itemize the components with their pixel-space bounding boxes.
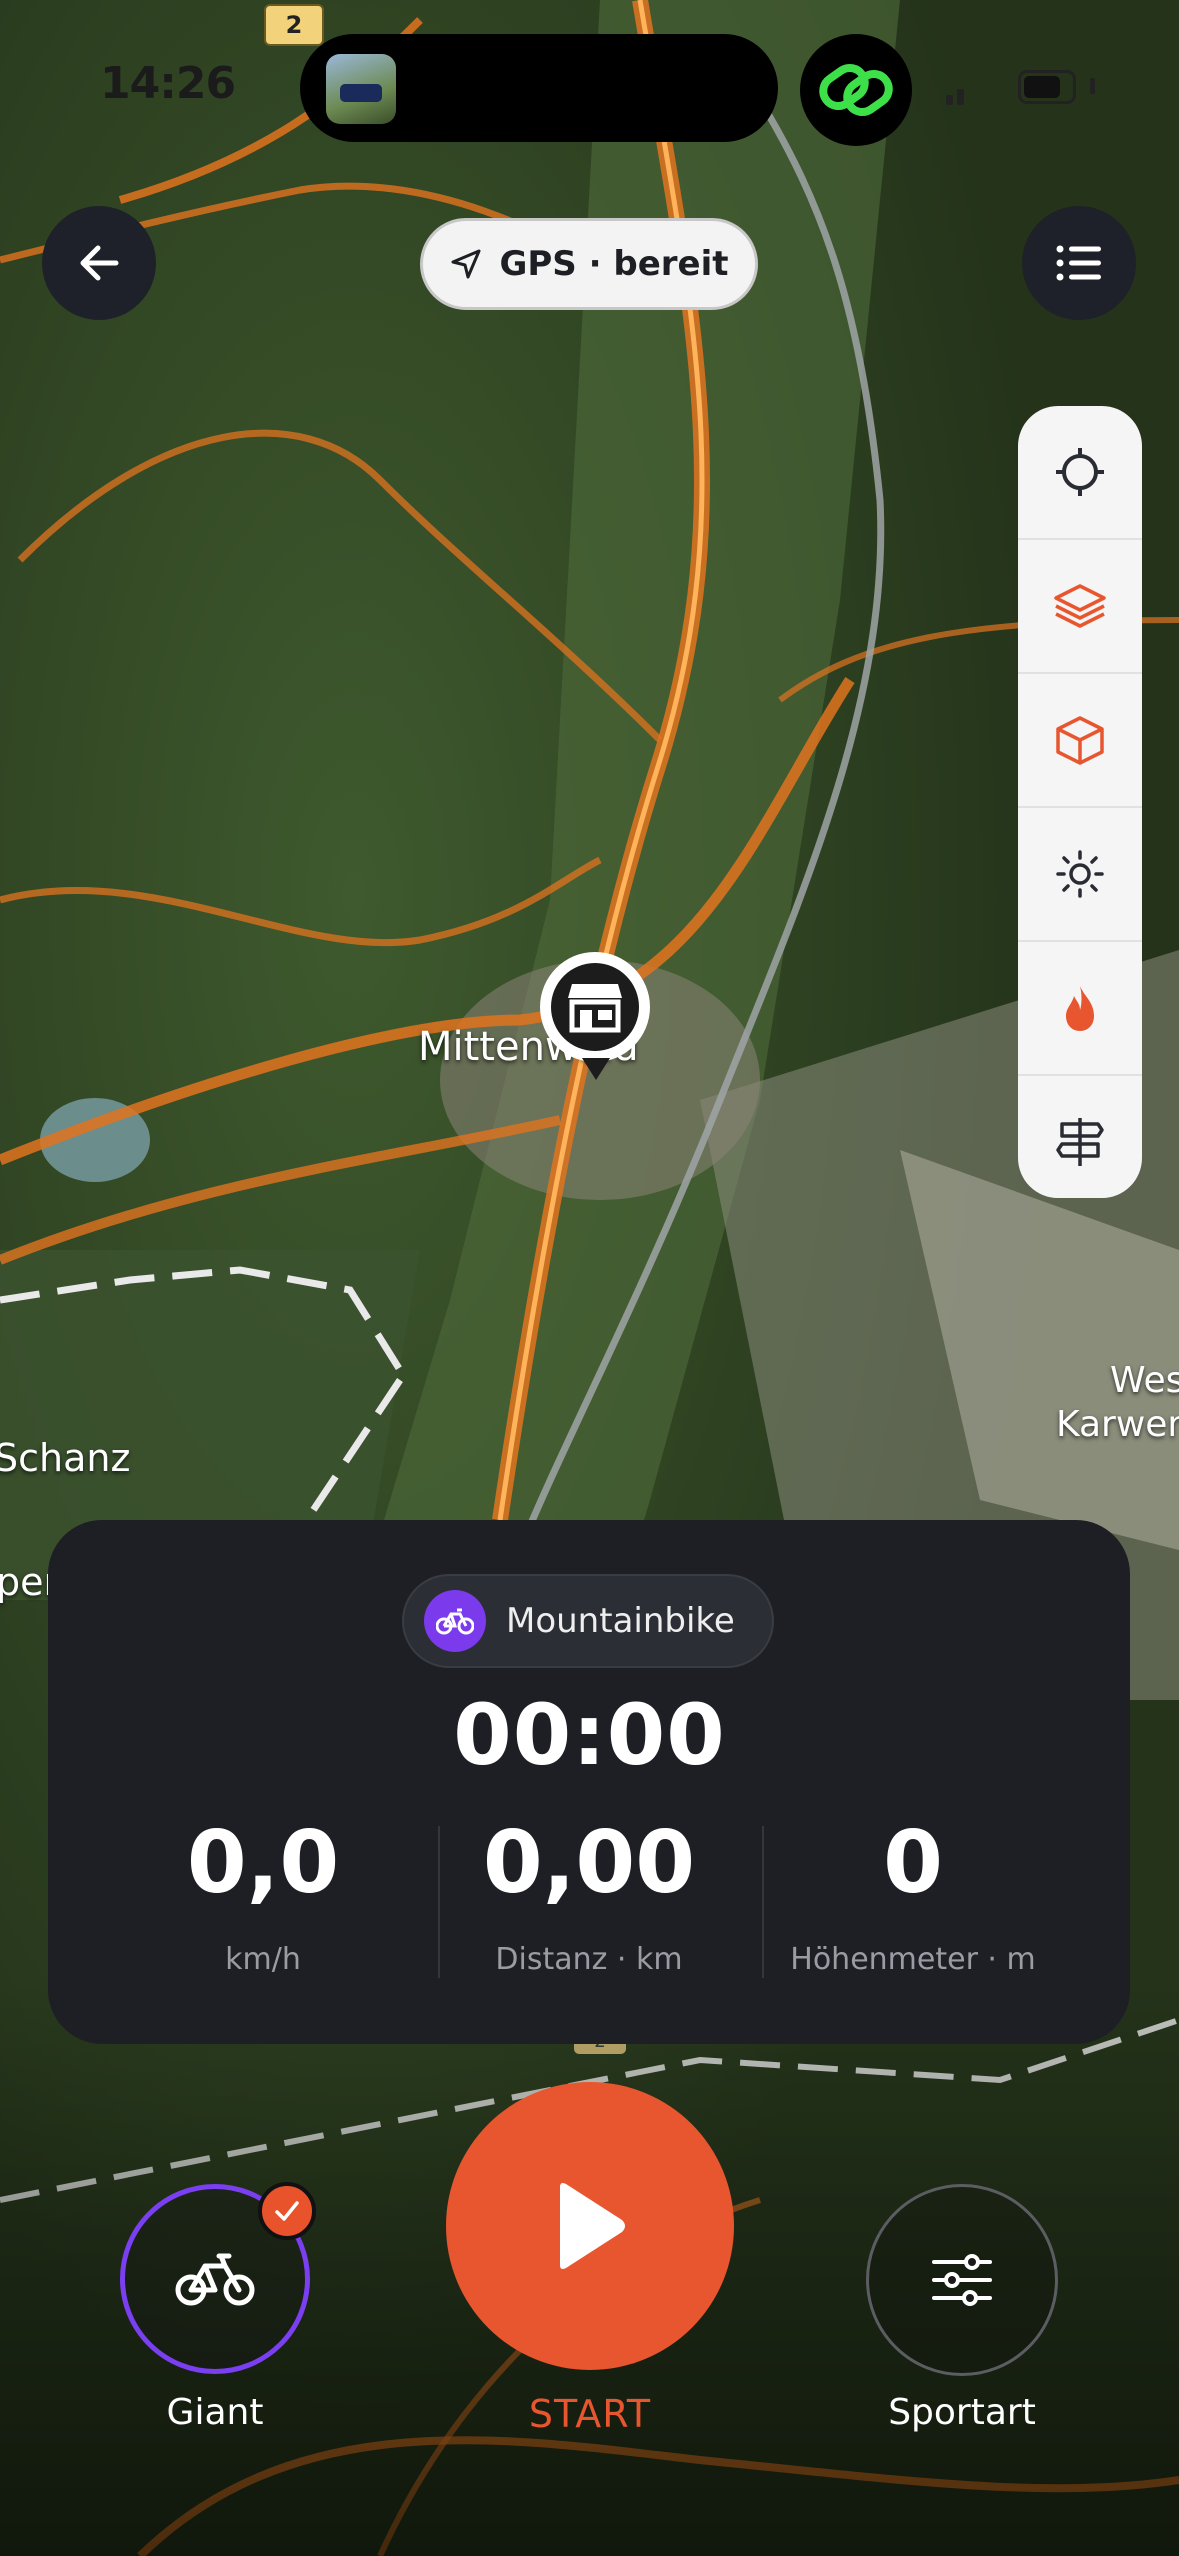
layers-icon xyxy=(1054,584,1106,628)
live-activity-thumbnail xyxy=(326,54,396,124)
sport-type-label: Mountainbike xyxy=(506,1601,735,1641)
play-icon xyxy=(560,2183,625,2269)
stat-elevation: 0 Höhenmeter · m xyxy=(750,1820,1076,1977)
stat-distance-value: 0,00 xyxy=(482,1813,696,1913)
arrow-left-icon xyxy=(80,245,119,281)
stat-elevation-value: 0 xyxy=(883,1813,943,1913)
stat-speed-unit: km/h xyxy=(225,1942,301,1977)
map-toolbar xyxy=(1018,406,1142,1198)
list-icon xyxy=(1056,245,1101,281)
gps-status-pill[interactable]: GPS · bereit xyxy=(420,218,758,310)
map-pin-tip xyxy=(582,1058,610,1080)
stat-distance-unit: Distanz · km xyxy=(495,1942,683,1977)
signpost-button[interactable] xyxy=(1018,1076,1142,1198)
bicycle-icon xyxy=(175,2253,255,2306)
stat-speed-value: 0,0 xyxy=(186,1813,340,1913)
chain-link-icon[interactable] xyxy=(800,34,912,146)
road-badge-top: 2 xyxy=(264,4,324,46)
signpost-icon xyxy=(1056,1118,1104,1166)
shop-map-pin[interactable] xyxy=(540,952,650,1062)
checkmark-icon xyxy=(258,2182,316,2240)
status-time: 14:26 xyxy=(100,58,236,109)
battery-icon xyxy=(1018,70,1076,104)
brightness-icon xyxy=(1056,850,1104,898)
heatmap-button[interactable] xyxy=(1018,942,1142,1076)
sport-type-settings-label: Sportart xyxy=(888,2392,1036,2433)
bike-name-label: Giant xyxy=(166,2392,264,2433)
navigation-arrow-icon xyxy=(451,249,481,279)
stat-elevation-unit: Höhenmeter · m xyxy=(790,1942,1036,1977)
heatmap-flame-icon xyxy=(1066,986,1094,1031)
map-label-right1: Wes xyxy=(1110,1360,1179,1401)
stat-speed: 0,0 km/h xyxy=(100,1820,426,1977)
activity-timer: 00:00 xyxy=(453,1686,726,1784)
sport-settings-button[interactable] xyxy=(866,2184,1058,2376)
locate-icon xyxy=(1056,448,1104,496)
map-label-right2: Karwen xyxy=(1056,1404,1179,1445)
stat-distance: 0,00 Distanz · km xyxy=(426,1820,752,1977)
3d-view-button[interactable] xyxy=(1018,674,1142,808)
sliders-icon xyxy=(932,2254,992,2306)
gps-status-text: GPS · bereit xyxy=(499,244,729,284)
start-button[interactable] xyxy=(446,2082,734,2370)
3d-cube-icon xyxy=(1056,716,1104,765)
bike-icon xyxy=(424,1590,486,1652)
shop-icon xyxy=(568,984,622,1033)
back-button[interactable] xyxy=(42,206,156,320)
layers-button[interactable] xyxy=(1018,540,1142,674)
route-list-button[interactable] xyxy=(1022,206,1136,320)
map-label-left: Schanz xyxy=(0,1436,131,1480)
battery-nub xyxy=(1090,78,1095,94)
brightness-button[interactable] xyxy=(1018,808,1142,942)
start-label: START xyxy=(528,2392,652,2436)
locate-button[interactable] xyxy=(1018,406,1142,540)
sport-type-chip[interactable]: Mountainbike xyxy=(402,1574,774,1668)
signal-icon xyxy=(946,86,968,105)
